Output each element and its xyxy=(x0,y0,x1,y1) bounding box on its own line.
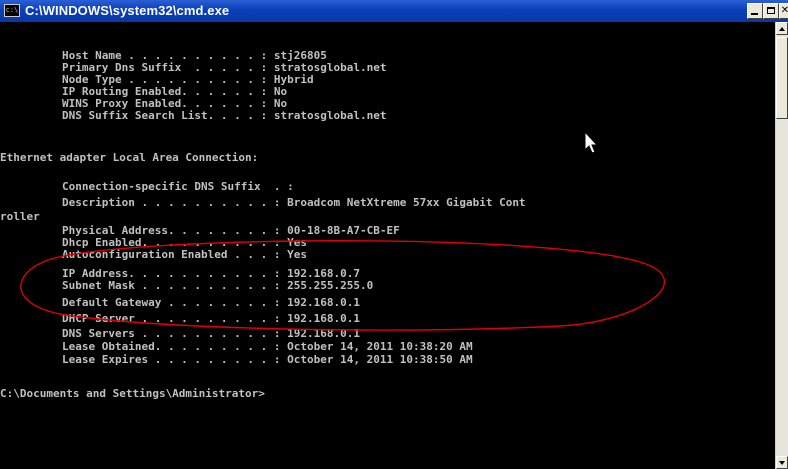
console-line: Lease Obtained. . . . . . . . . : Octobe… xyxy=(9,340,473,353)
title-bar[interactable]: c:\ C:\WINDOWS\system32\cmd.exe ✕ xyxy=(0,0,788,22)
console-line: DNS Suffix Search List. . . . : stratosg… xyxy=(9,109,387,122)
console-line: Autoconfiguration Enabled . . . : Yes xyxy=(9,248,308,261)
scroll-down-button[interactable] xyxy=(776,456,788,469)
maximize-button[interactable] xyxy=(763,3,779,19)
console-line: Subnet Mask . . . . . . . . . . : 255.25… xyxy=(9,279,374,292)
minimize-icon xyxy=(751,13,758,15)
console-line: Default Gateway . . . . . . . . : 192.16… xyxy=(9,296,360,309)
console-line: Lease Expires . . . . . . . . . : Octobe… xyxy=(9,353,473,366)
close-icon: ✕ xyxy=(780,5,788,16)
close-button[interactable]: ✕ xyxy=(779,3,788,19)
console-prompt[interactable]: C:\Documents and Settings\Administrator> xyxy=(0,388,265,400)
console-line: Ethernet adapter Local Area Connection: xyxy=(0,151,259,164)
console-line: Connection-specific DNS Suffix . : xyxy=(9,180,294,193)
cmd-window: c:\ C:\WINDOWS\system32\cmd.exe ✕ Host N… xyxy=(0,0,788,469)
window-title: C:\WINDOWS\system32\cmd.exe xyxy=(25,3,230,18)
console-line: DHCP Server . . . . . . . . . . : 192.16… xyxy=(9,312,360,325)
vertical-scrollbar[interactable] xyxy=(775,22,788,469)
cmd-app-icon[interactable]: c:\ xyxy=(4,4,20,17)
console-line: DNS Servers . . . . . . . . . . : 192.16… xyxy=(9,327,360,340)
minimize-button[interactable] xyxy=(747,3,763,19)
scrollbar-thumb[interactable] xyxy=(776,37,788,119)
console-line: Description . . . . . . . . . . : Broadc… xyxy=(9,196,526,209)
console-output[interactable]: Host Name . . . . . . . . . . : stj26805… xyxy=(0,22,775,469)
maximize-icon xyxy=(767,7,775,14)
arrow-up-icon xyxy=(779,27,785,31)
console-line: roller xyxy=(0,210,40,223)
scroll-up-button[interactable] xyxy=(776,22,788,35)
arrow-down-icon xyxy=(779,461,785,465)
